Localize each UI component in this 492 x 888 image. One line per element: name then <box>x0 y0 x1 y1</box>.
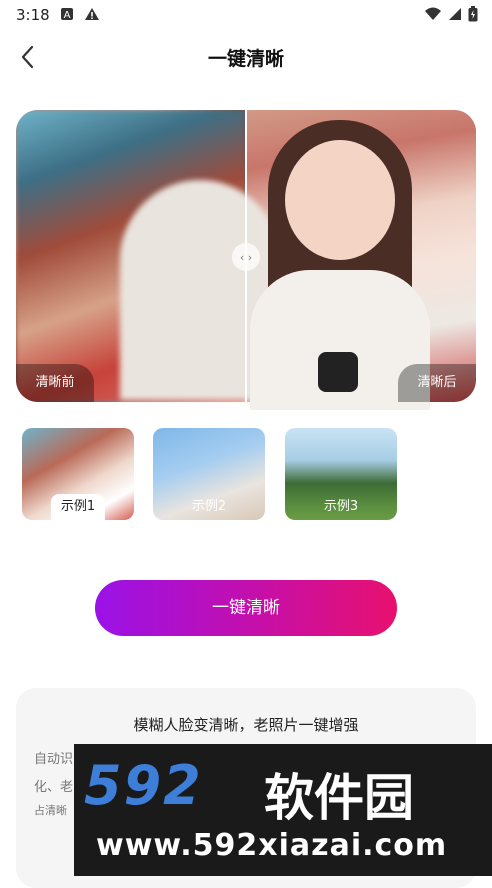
status-time: 3:18 <box>16 6 50 24</box>
watermark-overlay: 592 软件园 www.592xiazai.com <box>74 744 492 876</box>
example-label-1: 示例1 <box>50 494 106 520</box>
info-line-1: 自动识 <box>34 752 74 767</box>
watermark-number: 592 <box>84 754 203 817</box>
sweater-graphic <box>318 352 358 392</box>
handle-arrows-icon: ‹ › <box>239 250 253 264</box>
info-line-3: 占清晰 <box>34 804 67 817</box>
before-label: 清晰前 <box>16 364 94 402</box>
info-title: 模糊人脸变清晰，老照片一键增强 <box>133 716 359 734</box>
status-right-icons <box>424 6 478 22</box>
after-label: 清晰后 <box>398 364 476 402</box>
compare-handle[interactable]: ‹ › <box>232 243 260 271</box>
example-thumb-2[interactable]: 示例2 <box>153 428 265 520</box>
status-left-icons: A <box>60 7 100 21</box>
subject-face <box>285 140 395 260</box>
warning-icon <box>85 8 99 20</box>
status-bar: 3:18 A <box>0 0 492 30</box>
notification-a-icon: A <box>61 8 73 21</box>
info-line-2: 化、老 <box>34 780 74 795</box>
signal-icon <box>449 8 461 20</box>
app-bar: 一键清晰 <box>0 36 492 78</box>
example-thumb-3[interactable]: 示例3 <box>285 428 397 520</box>
one-click-enhance-button[interactable]: 一键清晰 <box>95 580 397 636</box>
example-label-2: 示例2 <box>191 499 227 514</box>
svg-text:A: A <box>64 10 71 21</box>
example-thumb-1[interactable]: 示例1 <box>22 428 134 520</box>
wifi-icon <box>425 7 441 20</box>
battery-icon <box>468 6 478 22</box>
page-title: 一键清晰 <box>207 48 284 70</box>
watermark-name: 软件园 <box>264 769 414 827</box>
example-label-3: 示例3 <box>323 499 359 514</box>
watermark-url: www.592xiazai.com <box>96 828 448 863</box>
